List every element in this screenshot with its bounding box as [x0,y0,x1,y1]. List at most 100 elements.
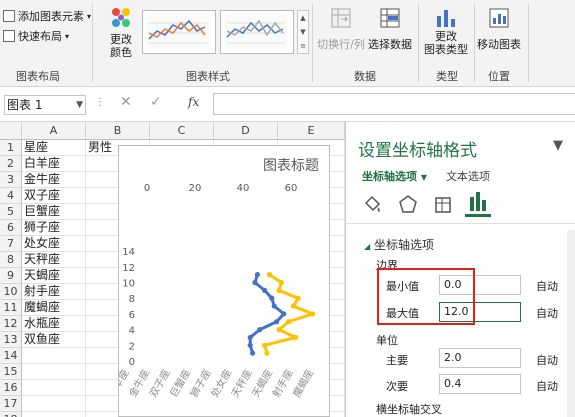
minor-unit-input[interactable]: 0.4 [439,374,521,394]
quick-layout-button[interactable]: 快速布局 ▾ [3,27,69,45]
data-point[interactable] [247,334,253,341]
data-point[interactable] [254,272,260,278]
column-header[interactable]: E [278,122,345,140]
data-point[interactable] [274,319,280,325]
row-header[interactable]: 11 [0,300,22,316]
section-axis-options[interactable]: ◢ 坐标轴选项 [364,236,434,253]
cell[interactable]: 巨蟹座 [22,204,86,220]
data-point[interactable] [278,279,284,286]
cell[interactable]: 处女座 [22,236,86,252]
data-point[interactable] [276,327,282,333]
insert-function-icon[interactable]: fx [188,95,199,109]
row-header[interactable]: 9 [0,268,22,284]
data-point[interactable] [252,279,258,286]
cell[interactable]: 水瓶座 [22,316,86,332]
data-point[interactable] [293,334,299,341]
change-colors-button[interactable]: 更改 颜色 [100,5,142,59]
row-header[interactable]: 6 [0,220,22,236]
cell[interactable]: 星座 [22,140,86,156]
chart-style-1[interactable] [142,10,216,54]
major-unit-input[interactable]: 2.0 [439,348,521,368]
row-header[interactable]: 17 [0,396,22,412]
cell[interactable] [22,396,86,412]
row-header[interactable]: 16 [0,380,22,396]
switch-row-column-button[interactable]: 切换行/列 [316,6,366,51]
column-header[interactable]: D [214,122,278,140]
move-chart-button[interactable]: 移动图表 [476,6,522,51]
x-axis[interactable]: 0 20 40 60 [144,183,298,194]
pane-options-icon[interactable]: ▼ [553,138,563,153]
add-chart-element-button[interactable]: 添加图表元素 ▾ [3,7,91,25]
y-axis[interactable]: 0 2 4 6 8 10 12 14 [122,247,135,368]
data-point[interactable] [266,272,272,278]
cell[interactable] [22,364,86,380]
data-point[interactable] [276,287,282,293]
data-point[interactable] [262,287,268,293]
cell[interactable]: 狮子座 [22,220,86,236]
cell[interactable]: 双子座 [22,188,86,204]
gallery-scroll[interactable]: ▲ ▼ ≡ [297,10,309,54]
pane-scrollbar[interactable] [567,230,575,417]
cell[interactable]: 天蝎座 [22,268,86,284]
chart-object[interactable]: 图表标题 0 20 40 60 0 2 4 6 8 10 12 14 白羊座 金牛座 双子座 巨蟹座 狮子座… [118,145,330,417]
name-box[interactable]: 图表 1 ▼ [4,95,86,115]
data-point[interactable] [286,319,292,325]
row-header[interactable]: 12 [0,316,22,332]
cell[interactable]: 射手座 [22,284,86,300]
row-header[interactable]: 18 [0,412,22,417]
data-point[interactable] [281,311,287,317]
cell[interactable] [22,412,86,417]
data-point[interactable] [262,342,268,348]
tab-axis-options[interactable]: 坐标轴选项 ▼ [362,168,427,184]
chart-style-2[interactable] [220,10,294,54]
series-line[interactable] [263,273,315,354]
chart-title[interactable]: 图表标题 [263,158,319,174]
cell[interactable] [22,348,86,364]
major-auto-button[interactable]: 自动 [536,352,558,368]
axis-options-icon[interactable] [465,189,491,217]
data-point[interactable] [271,303,277,309]
cell[interactable]: 天秤座 [22,252,86,268]
row-header[interactable]: 4 [0,188,22,204]
row-header[interactable]: 10 [0,284,22,300]
select-data-button[interactable]: 选择数据 [368,6,412,51]
cancel-icon[interactable]: ✕ [120,94,132,110]
enter-icon[interactable]: ✓ [150,94,162,110]
row-header[interactable]: 3 [0,172,22,188]
tab-text-options[interactable]: 文本选项 [446,168,490,184]
row-header[interactable]: 14 [0,348,22,364]
row-header[interactable]: 8 [0,252,22,268]
row-header[interactable]: 13 [0,332,22,348]
cell[interactable]: 魔蝎座 [22,300,86,316]
data-point[interactable] [310,311,316,317]
max-reset-button[interactable]: 自动 [536,305,558,321]
row-header[interactable]: 2 [0,156,22,172]
column-header[interactable]: B [86,122,150,140]
row-header[interactable]: 1 [0,140,22,156]
select-all-corner[interactable] [0,122,22,140]
minor-auto-button[interactable]: 自动 [536,378,558,394]
data-point[interactable] [264,350,270,356]
size-properties-icon[interactable] [432,193,454,218]
formula-input[interactable] [213,93,575,115]
row-header[interactable]: 7 [0,236,22,252]
data-point[interactable] [257,327,263,333]
data-point[interactable] [250,350,256,356]
data-point[interactable] [247,342,253,348]
change-chart-type-button[interactable]: 更改 图表类型 [422,6,470,56]
column-header[interactable]: A [22,122,86,140]
cell[interactable]: 白羊座 [22,156,86,172]
effects-icon[interactable] [397,193,419,218]
column-header[interactable]: C [150,122,214,140]
cell[interactable]: 双鱼座 [22,332,86,348]
min-reset-button[interactable]: 自动 [536,278,558,294]
row-header[interactable]: 5 [0,204,22,220]
fill-line-icon[interactable] [362,193,384,218]
data-point[interactable] [269,295,275,301]
cell[interactable]: 金牛座 [22,172,86,188]
plot-area[interactable] [247,272,316,356]
row-header[interactable]: 15 [0,364,22,380]
data-point[interactable] [290,303,296,309]
cell[interactable] [22,380,86,396]
data-point[interactable] [295,295,301,301]
